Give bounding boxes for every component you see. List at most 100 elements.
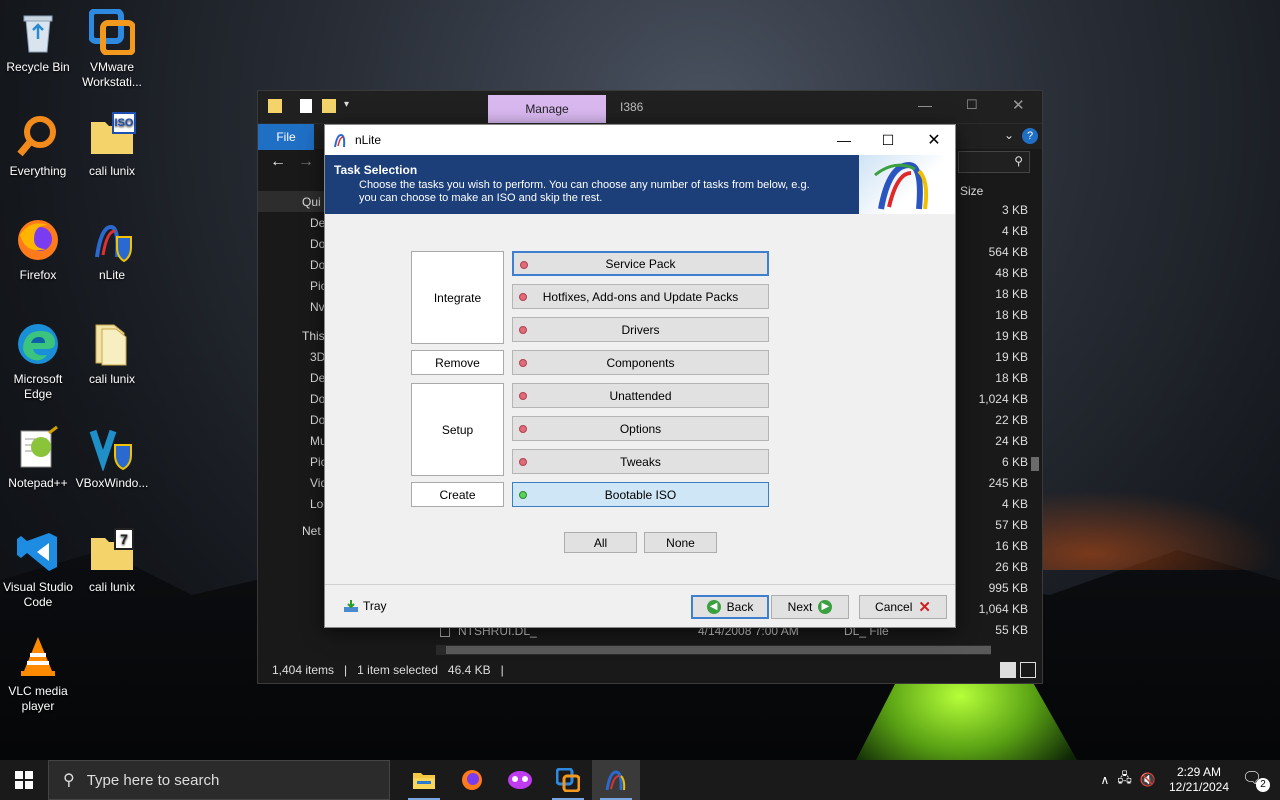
clock[interactable]: 2:29 AM 12/21/2024 bbox=[1164, 765, 1234, 795]
task-drivers[interactable]: Drivers bbox=[512, 317, 769, 342]
desktop-icon-everything[interactable]: Everything bbox=[0, 112, 76, 179]
task-service-pack[interactable]: Service Pack bbox=[512, 251, 769, 276]
vertical-scrollbar[interactable] bbox=[1030, 187, 1040, 637]
desktop-icon-cali-lunix-7z[interactable]: 7 cali lunix bbox=[74, 528, 150, 595]
forward-arrow-icon[interactable]: → bbox=[298, 153, 314, 171]
vboxwindows-icon bbox=[88, 424, 136, 472]
setup-category: Setup bbox=[411, 383, 504, 476]
desktop-icon-edge[interactable]: Microsoft Edge bbox=[0, 320, 76, 402]
search-icon: ⚲ bbox=[63, 772, 75, 789]
integrate-category: Integrate bbox=[411, 251, 504, 344]
minimize-icon[interactable]: — bbox=[918, 97, 932, 113]
size-column-header[interactable]: Size bbox=[960, 184, 983, 198]
none-button[interactable]: None bbox=[644, 532, 717, 553]
network-icon[interactable]: 🖧 bbox=[1117, 769, 1132, 791]
desktop-icon-vmware[interactable]: VMware Workstati... bbox=[74, 8, 150, 90]
system-tray: ∧ 🖧 🔇 2:29 AM 12/21/2024 🗨 2 bbox=[1101, 760, 1280, 800]
taskbar-file-explorer[interactable] bbox=[400, 760, 448, 800]
nlite-icon bbox=[334, 133, 346, 148]
desktop-icon-vscode[interactable]: Visual Studio Code bbox=[0, 528, 76, 610]
back-button[interactable]: ◀ Back bbox=[691, 595, 769, 619]
explorer-titlebar: ▾ Manage I386 — ☐ ✕ bbox=[258, 91, 1042, 123]
cancel-button[interactable]: Cancel ✕ bbox=[859, 595, 947, 619]
nlite-icon bbox=[605, 770, 626, 791]
task-hotfixes[interactable]: Hotfixes, Add-ons and Update Packs bbox=[512, 284, 769, 309]
explorer-statusbar: 1,404 items | 1 item selected 46.4 KB | bbox=[258, 657, 1042, 683]
notepadpp-icon bbox=[14, 424, 62, 472]
clock-time: 2:29 AM bbox=[1176, 765, 1222, 779]
taskbar-vmware[interactable] bbox=[544, 760, 592, 800]
header-description-line1: Choose the tasks you wish to perform. Yo… bbox=[359, 179, 810, 191]
horizontal-scrollbar[interactable] bbox=[436, 645, 991, 655]
taskbar-app-mask[interactable] bbox=[496, 760, 544, 800]
create-category: Create bbox=[411, 482, 504, 507]
task-unattended[interactable]: Unattended bbox=[512, 383, 769, 408]
maximize-icon[interactable]: ☐ bbox=[865, 125, 911, 155]
next-button[interactable]: Next ▶ bbox=[771, 595, 849, 619]
desktop-icon-cali-lunix-iso[interactable]: ISO cali lunix bbox=[74, 112, 150, 179]
wallpaper-glow bbox=[1010, 490, 1280, 570]
start-button[interactable] bbox=[0, 760, 48, 800]
scrollbar-thumb[interactable] bbox=[446, 646, 991, 654]
search-box[interactable]: ⚲ bbox=[958, 151, 1030, 173]
properties-icon[interactable] bbox=[300, 99, 312, 113]
file-tab[interactable]: File bbox=[258, 124, 314, 150]
details-view-icon[interactable] bbox=[1000, 662, 1016, 678]
vmware-icon bbox=[556, 768, 580, 792]
status-dot-icon bbox=[519, 293, 527, 301]
desktop-icon-recycle-bin[interactable]: Recycle Bin bbox=[0, 8, 76, 75]
windows-logo-icon bbox=[15, 771, 33, 789]
firefox-icon bbox=[462, 770, 482, 790]
task-bootable-iso[interactable]: Bootable ISO bbox=[512, 482, 769, 507]
folder-icon bbox=[88, 320, 136, 368]
close-icon[interactable]: ✕ bbox=[911, 125, 957, 155]
taskbar-nlite[interactable] bbox=[592, 760, 640, 800]
task-components[interactable]: Components bbox=[512, 350, 769, 375]
all-button[interactable]: All bbox=[564, 532, 637, 553]
taskbar: ⚲ Type here to search ∧ 🖧 🔇 2:29 AM 12/2… bbox=[0, 760, 1280, 800]
volume-muted-icon[interactable]: 🔇 bbox=[1140, 772, 1156, 788]
desktop-icon-notepadpp[interactable]: Notepad++ bbox=[0, 424, 76, 491]
desktop-icon-vlc[interactable]: VLC media player bbox=[0, 632, 76, 714]
help-icon[interactable]: ? bbox=[1022, 128, 1038, 144]
edge-icon bbox=[14, 320, 62, 368]
large-icons-view-icon[interactable] bbox=[1020, 662, 1036, 678]
folder-icon bbox=[268, 99, 282, 113]
folder-iso-icon: ISO bbox=[88, 112, 136, 160]
maximize-icon[interactable]: ☐ bbox=[966, 97, 978, 113]
taskbar-firefox[interactable] bbox=[448, 760, 496, 800]
chevron-down-icon[interactable]: ⌄ bbox=[1004, 128, 1014, 142]
taskbar-search-box[interactable]: ⚲ Type here to search bbox=[48, 760, 390, 800]
mask-app-icon bbox=[508, 771, 532, 789]
tray-button[interactable]: Tray bbox=[343, 599, 387, 613]
minimize-icon[interactable]: — bbox=[821, 125, 867, 155]
folder-7z-icon: 7 bbox=[88, 528, 136, 576]
desktop-icon-firefox[interactable]: Firefox bbox=[0, 216, 76, 283]
row-checkbox[interactable] bbox=[440, 627, 450, 637]
nlite-logo bbox=[859, 155, 955, 214]
desktop-icon-vboxwindows[interactable]: VBoxWindo... bbox=[74, 424, 150, 491]
status-dot-icon bbox=[519, 458, 527, 466]
manage-tab[interactable]: Manage bbox=[488, 95, 606, 123]
status-dot-icon bbox=[519, 425, 527, 433]
header-title: Task Selection bbox=[334, 163, 418, 177]
search-placeholder: Type here to search bbox=[86, 771, 220, 789]
new-folder-icon[interactable] bbox=[322, 99, 336, 113]
header-description-line2: you can choose to make an ISO and skip t… bbox=[359, 192, 603, 204]
nlite-dialog[interactable]: nLite — ☐ ✕ Task Selection Choose the ta… bbox=[324, 124, 956, 628]
back-arrow-icon[interactable]: ← bbox=[270, 153, 286, 171]
desktop-icon-nlite[interactable]: nLite bbox=[74, 216, 150, 283]
task-options[interactable]: Options bbox=[512, 416, 769, 441]
tray-icon bbox=[344, 600, 358, 612]
desktop-icon-cali-lunix-folder[interactable]: cali lunix bbox=[74, 320, 150, 387]
task-selection-body: Integrate Remove Setup Create Service Pa… bbox=[325, 214, 955, 585]
notification-center-button[interactable]: 🗨 2 bbox=[1242, 768, 1270, 792]
task-tweaks[interactable]: Tweaks bbox=[512, 449, 769, 474]
scrollbar-thumb[interactable] bbox=[1031, 457, 1039, 471]
quick-access-dropdown-icon[interactable]: ▾ bbox=[344, 99, 349, 110]
nlite-logo-icon bbox=[874, 161, 929, 210]
vlc-icon bbox=[14, 632, 62, 680]
status-dot-icon bbox=[519, 392, 527, 400]
chevron-up-icon[interactable]: ∧ bbox=[1101, 773, 1110, 787]
close-icon[interactable]: ✕ bbox=[1012, 96, 1025, 114]
